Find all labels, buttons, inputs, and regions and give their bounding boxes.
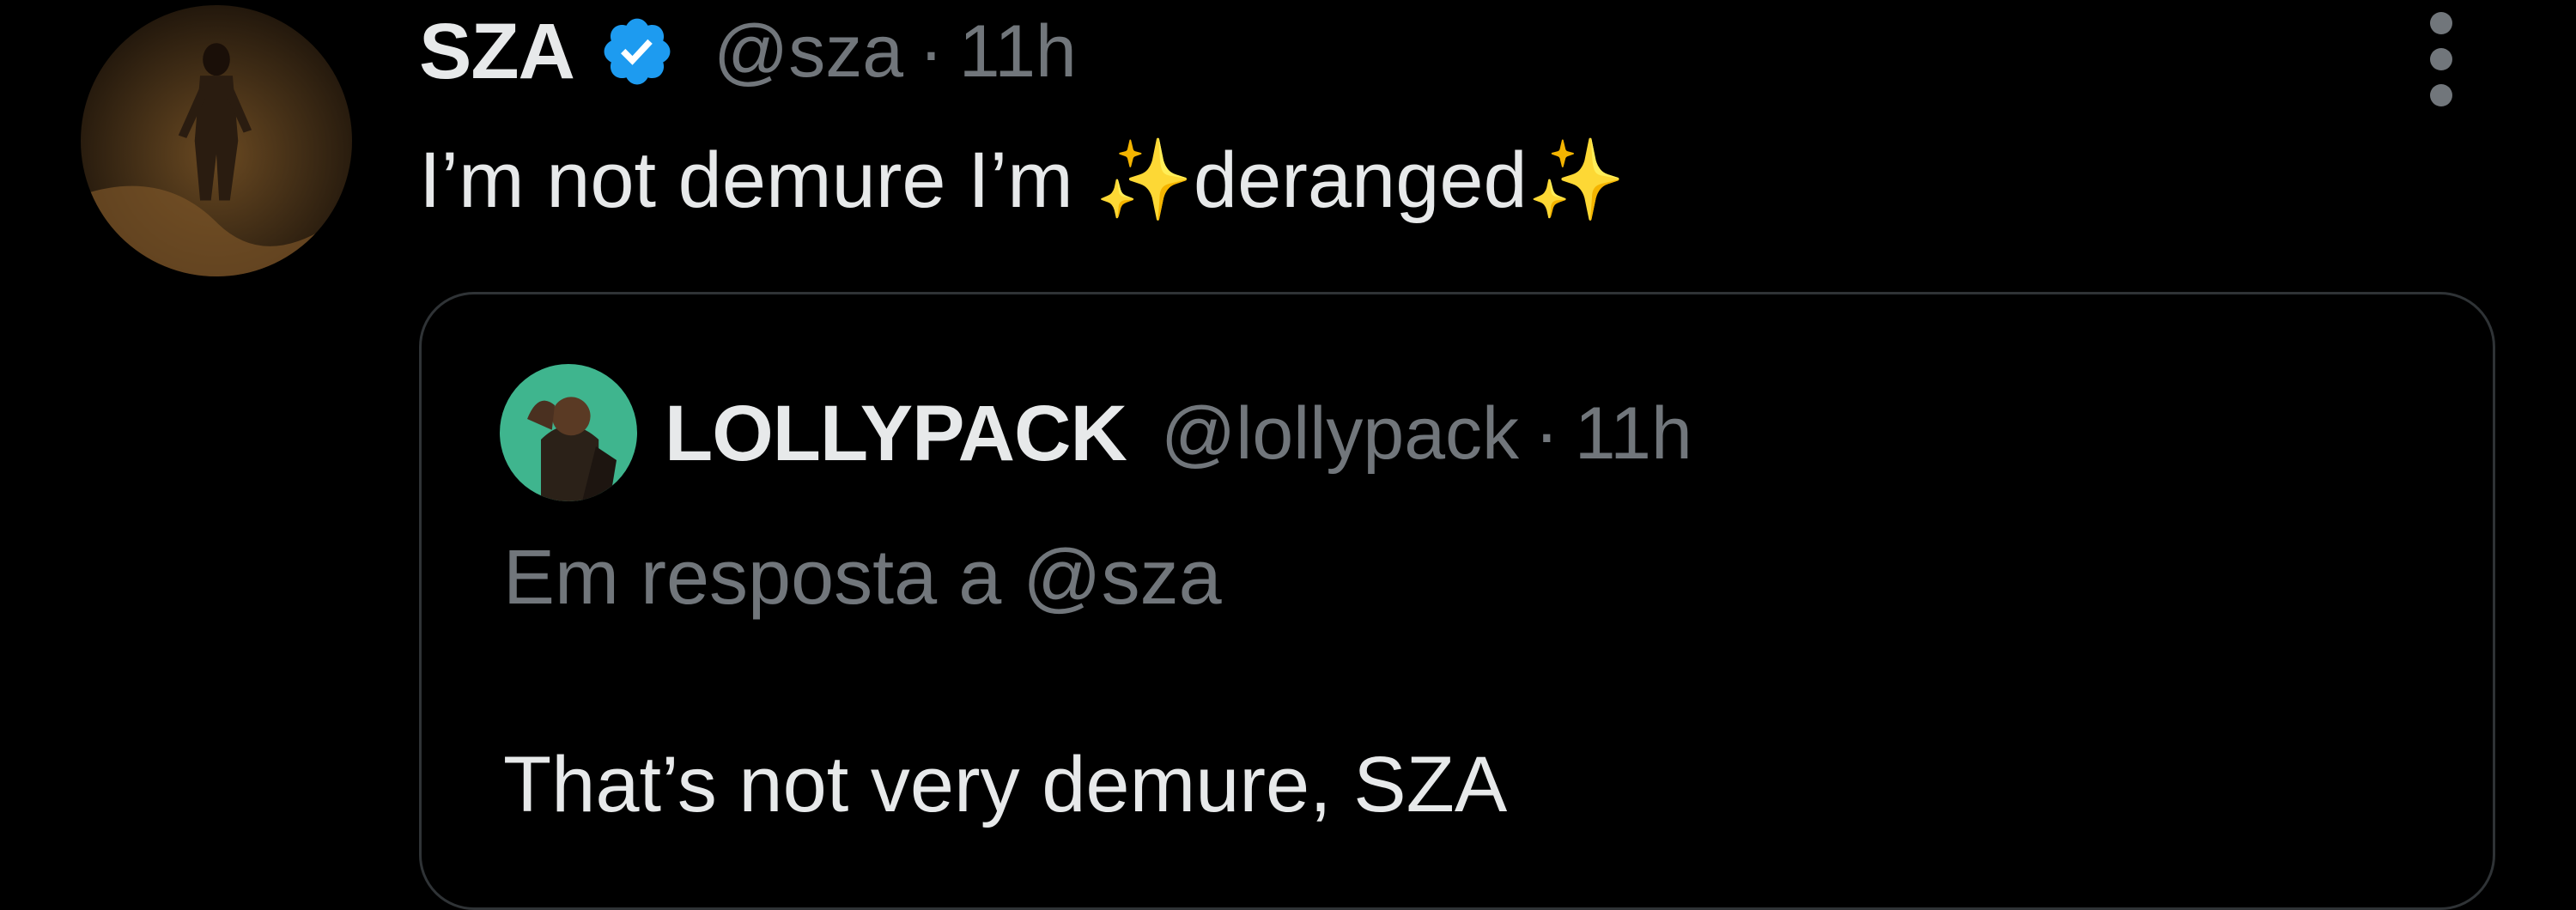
- quoted-avatar-image: [500, 364, 637, 501]
- tweet-timestamp[interactable]: 11h: [959, 9, 1077, 94]
- author-name[interactable]: SZA: [419, 7, 575, 97]
- author-avatar[interactable]: [81, 5, 352, 276]
- quoted-tweet-timestamp[interactable]: 11h: [1575, 391, 1692, 476]
- sparkles-icon: ✨: [1095, 136, 1194, 224]
- header-separator: ·: [919, 9, 944, 93]
- tweet-text: I’m not demure I’m ✨deranged✨: [419, 129, 1625, 232]
- author-avatar-image: [81, 5, 352, 276]
- tweet-header: SZA @sza · 11h: [419, 0, 1077, 103]
- sparkles-icon: ✨: [1527, 136, 1626, 224]
- quoted-author-handle[interactable]: @lollypack: [1161, 391, 1519, 476]
- quoted-header-separator: ·: [1534, 391, 1559, 475]
- quoted-author-avatar[interactable]: [500, 364, 637, 501]
- author-handle[interactable]: @sza: [714, 9, 903, 94]
- verified-icon[interactable]: [598, 13, 676, 90]
- reply-prefix: Em resposta a: [503, 535, 1002, 621]
- more-vertical-icon[interactable]: [2411, 12, 2471, 106]
- quoted-tweet-header: LOLLYPACK @lollypack · 11h: [665, 378, 1692, 489]
- reply-mention-link[interactable]: @sza: [1023, 535, 1221, 621]
- tweet-text-part: I’m not demure I’m: [419, 136, 1096, 224]
- quoted-tweet-text: That’s not very demure, SZA: [503, 741, 1508, 828]
- quoted-author-name[interactable]: LOLLYPACK: [665, 389, 1127, 479]
- reply-context: Em resposta a @sza: [503, 534, 1222, 622]
- tweet-text-highlight: deranged: [1193, 136, 1528, 224]
